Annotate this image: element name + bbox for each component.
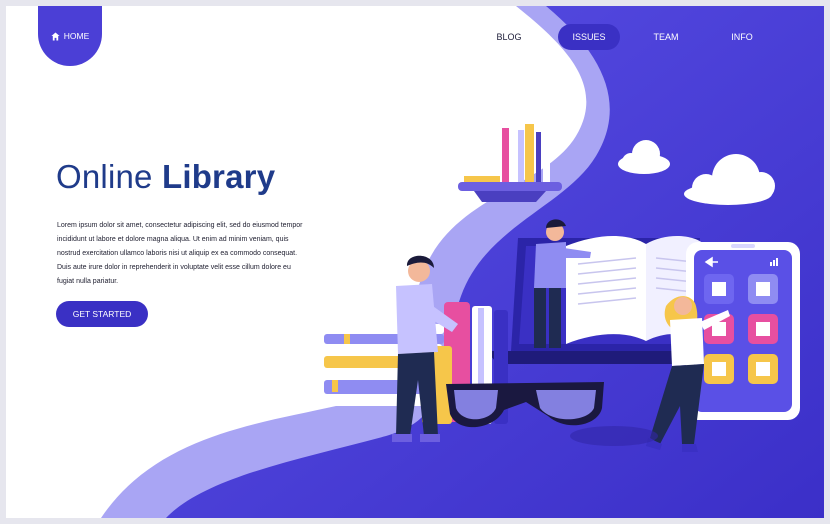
phone-graphic	[686, 242, 800, 420]
get-started-button[interactable]: GET STARTED	[56, 301, 148, 327]
top-nav: BLOG ISSUES TEAM INFO	[6, 24, 824, 50]
hero-title: Online Library	[56, 158, 275, 196]
nav-item-team[interactable]: TEAM	[644, 24, 688, 50]
bookshelf-graphic	[458, 124, 562, 202]
nav-item-issues[interactable]: ISSUES	[558, 24, 620, 50]
hero-description: Lorem ipsum dolor sit amet, consectetur …	[57, 222, 303, 285]
title-bold: Library	[161, 158, 276, 195]
title-light: Online	[56, 158, 153, 195]
nav-item-blog[interactable]: BLOG	[484, 24, 534, 50]
nav-item-info[interactable]: INFO	[720, 24, 764, 50]
landing-page: HOME BLOG ISSUES TEAM INFO Online Librar…	[6, 6, 824, 518]
